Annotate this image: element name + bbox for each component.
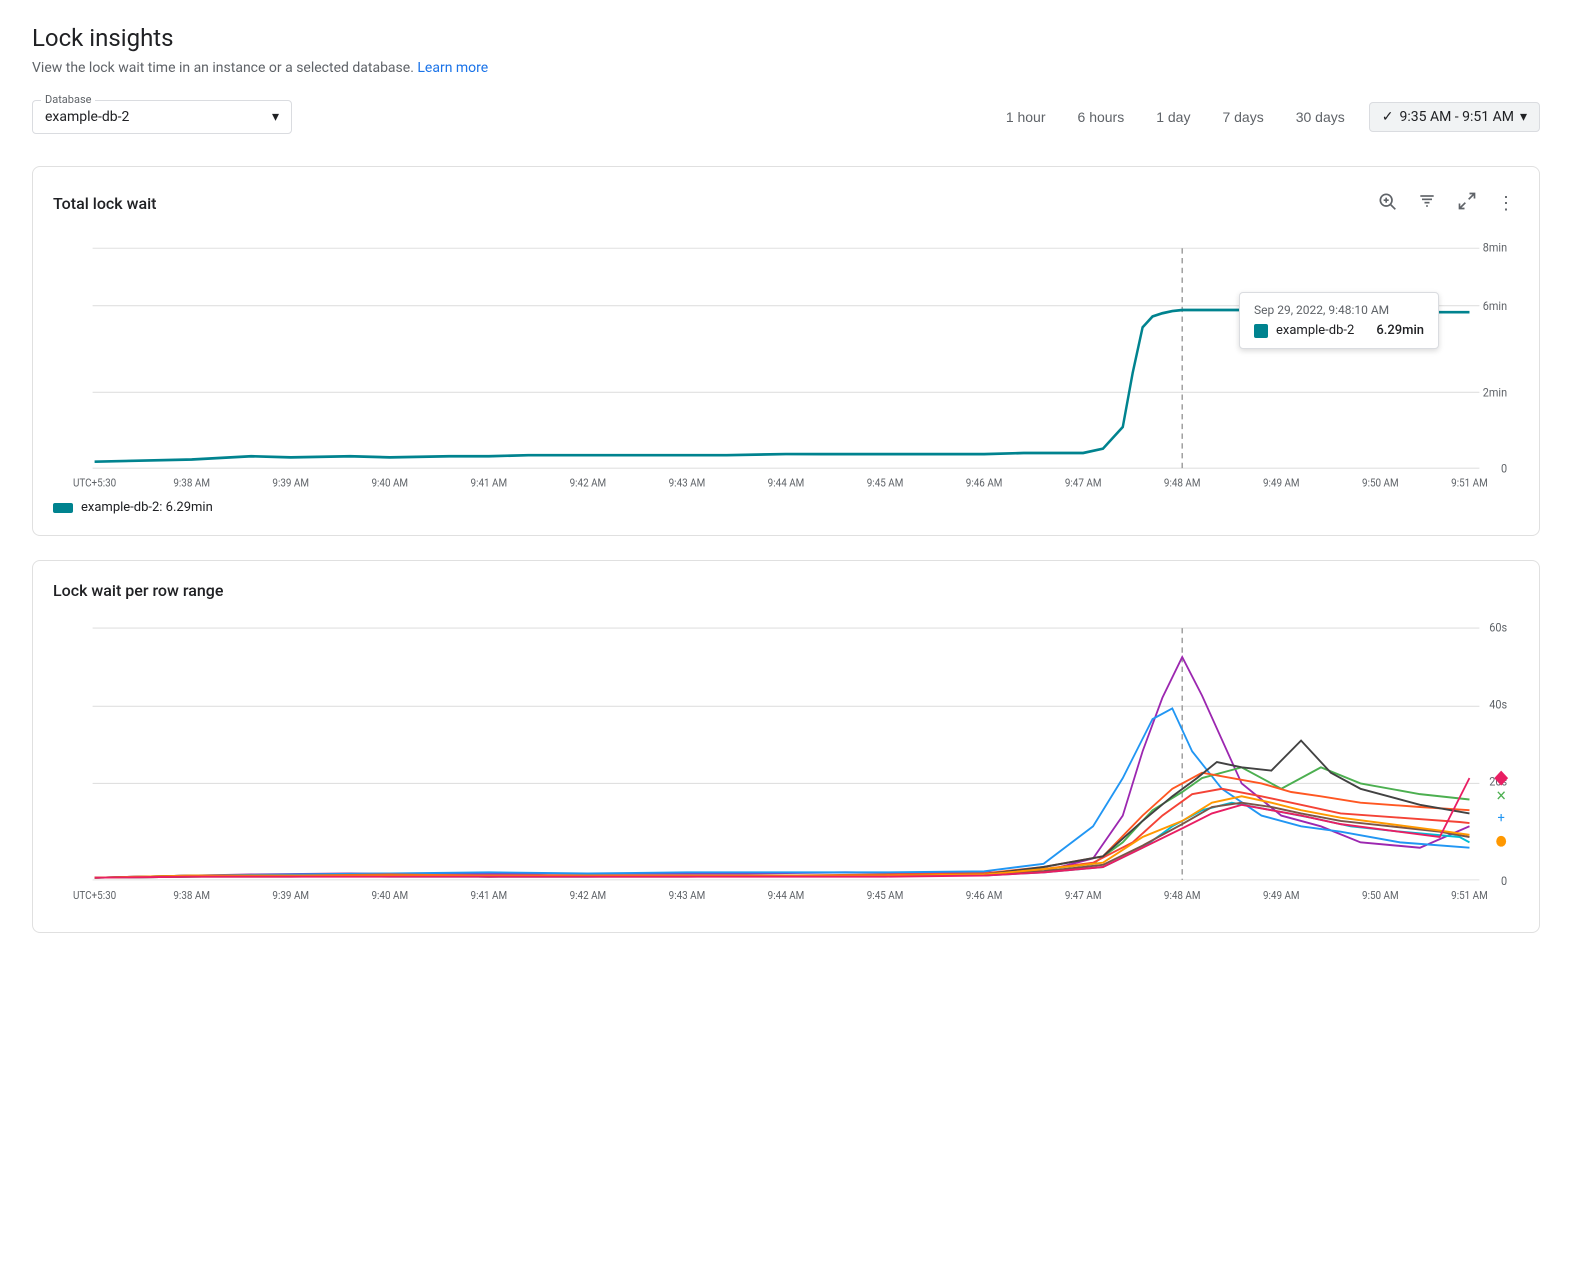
svg-text:9:41 AM: 9:41 AM — [471, 889, 508, 902]
chart1-legend: example-db-2: 6.29min — [53, 500, 1519, 515]
filter-button[interactable] — [1413, 187, 1441, 220]
svg-text:UTC+5:30: UTC+5:30 — [73, 476, 116, 490]
dropdown-arrow-icon: ▾ — [272, 109, 279, 125]
checkmark-icon: ✓ — [1382, 109, 1394, 125]
chart1-header: Total lock wait — [53, 187, 1519, 220]
dropdown-arrow-icon: ▾ — [1520, 109, 1527, 125]
svg-text:UTC+5:30: UTC+5:30 — [73, 889, 116, 902]
time-range-1day[interactable]: 1 day — [1148, 105, 1198, 129]
chart1-container: 8min 6min 2min 0 UTC+5:30 9:38 AM 9:39 A… — [53, 232, 1519, 492]
svg-text:9:51 AM: 9:51 AM — [1451, 476, 1488, 490]
more-button[interactable]: ⋮ — [1493, 189, 1519, 218]
svg-text:9:43 AM: 9:43 AM — [669, 476, 706, 490]
svg-text:✕: ✕ — [1496, 789, 1507, 805]
time-range-7days[interactable]: 7 days — [1214, 105, 1271, 129]
chart1-title: Total lock wait — [53, 194, 156, 213]
svg-text:9:38 AM: 9:38 AM — [173, 476, 210, 490]
svg-text:9:48 AM: 9:48 AM — [1164, 889, 1201, 902]
page-subtitle: View the lock wait time in an instance o… — [32, 60, 1540, 76]
chart1-actions: ⋮ — [1373, 187, 1519, 220]
chart2-header: Lock wait per row range — [53, 581, 1519, 600]
svg-text:2min: 2min — [1483, 385, 1507, 400]
time-range-1hour[interactable]: 1 hour — [998, 105, 1054, 129]
svg-text:+: + — [1498, 811, 1506, 827]
svg-text:9:38 AM: 9:38 AM — [173, 889, 210, 902]
svg-text:9:48 AM: 9:48 AM — [1164, 476, 1201, 490]
svg-text:9:49 AM: 9:49 AM — [1263, 889, 1300, 902]
chart2-title: Lock wait per row range — [53, 581, 223, 600]
zoom-button[interactable] — [1373, 187, 1401, 220]
svg-text:9:45 AM: 9:45 AM — [867, 889, 904, 902]
tooltip-series: example-db-2 — [1276, 323, 1354, 338]
svg-text:6min: 6min — [1483, 299, 1507, 314]
svg-text:0: 0 — [1501, 461, 1507, 476]
controls-row: Database example-db-2 ▾ 1 hour 6 hours 1… — [32, 100, 1540, 134]
legend-swatch — [53, 503, 73, 513]
svg-text:9:50 AM: 9:50 AM — [1362, 889, 1399, 902]
chart1-svg: 8min 6min 2min 0 UTC+5:30 9:38 AM 9:39 A… — [53, 232, 1519, 492]
selected-time-range[interactable]: ✓ 9:35 AM - 9:51 AM ▾ — [1369, 102, 1540, 132]
svg-text:9:46 AM: 9:46 AM — [966, 889, 1003, 902]
svg-text:9:47 AM: 9:47 AM — [1065, 889, 1102, 902]
svg-text:9:45 AM: 9:45 AM — [867, 476, 904, 490]
database-value: example-db-2 — [45, 109, 129, 125]
svg-text:9:47 AM: 9:47 AM — [1065, 476, 1102, 490]
svg-text:0: 0 — [1501, 874, 1507, 889]
svg-text:60s: 60s — [1489, 620, 1507, 635]
selected-range-label: 9:35 AM - 9:51 AM — [1400, 109, 1514, 125]
svg-text:9:41 AM: 9:41 AM — [471, 476, 508, 490]
time-range-30days[interactable]: 30 days — [1288, 105, 1353, 129]
svg-text:9:43 AM: 9:43 AM — [669, 889, 706, 902]
legend-label: example-db-2: 6.29min — [81, 500, 213, 515]
svg-text:9:40 AM: 9:40 AM — [371, 889, 408, 902]
database-label: Database — [41, 93, 95, 106]
tooltip-date: Sep 29, 2022, 9:48:10 AM — [1254, 303, 1424, 317]
svg-text:9:39 AM: 9:39 AM — [272, 476, 309, 490]
svg-text:9:40 AM: 9:40 AM — [371, 476, 408, 490]
svg-text:40s: 40s — [1489, 697, 1507, 712]
time-range-controls: 1 hour 6 hours 1 day 7 days 30 days ✓ 9:… — [998, 102, 1540, 132]
tooltip-swatch — [1254, 324, 1268, 338]
database-selector[interactable]: Database example-db-2 ▾ — [32, 100, 292, 134]
page-title: Lock insights — [32, 24, 1540, 52]
learn-more-link[interactable]: Learn more — [417, 60, 488, 76]
svg-text:9:44 AM: 9:44 AM — [768, 476, 805, 490]
svg-text:9:46 AM: 9:46 AM — [966, 476, 1003, 490]
tooltip-row: example-db-2 6.29min — [1254, 323, 1424, 338]
svg-text:9:42 AM: 9:42 AM — [570, 476, 607, 490]
total-lock-wait-card: Total lock wait — [32, 166, 1540, 536]
svg-text:8min: 8min — [1483, 240, 1507, 255]
svg-text:9:50 AM: 9:50 AM — [1362, 476, 1399, 490]
svg-text:9:44 AM: 9:44 AM — [768, 889, 805, 902]
svg-text:9:39 AM: 9:39 AM — [272, 889, 309, 902]
time-range-6hours[interactable]: 6 hours — [1070, 105, 1133, 129]
tooltip-value: 6.29min — [1376, 323, 1424, 338]
svg-text:9:51 AM: 9:51 AM — [1451, 889, 1488, 902]
svg-text:9:42 AM: 9:42 AM — [570, 889, 607, 902]
lock-wait-per-row-range-card: Lock wait per row range 60s 40s 20s 0 UT… — [32, 560, 1540, 933]
expand-button[interactable] — [1453, 187, 1481, 220]
chart1-tooltip: Sep 29, 2022, 9:48:10 AM example-db-2 6.… — [1239, 292, 1439, 349]
chart2-svg: 60s 40s 20s 0 UTC+5:30 9:38 AM 9:39 AM 9… — [53, 612, 1519, 912]
chart2-container: 60s 40s 20s 0 UTC+5:30 9:38 AM 9:39 AM 9… — [53, 612, 1519, 912]
svg-text:9:49 AM: 9:49 AM — [1263, 476, 1300, 490]
